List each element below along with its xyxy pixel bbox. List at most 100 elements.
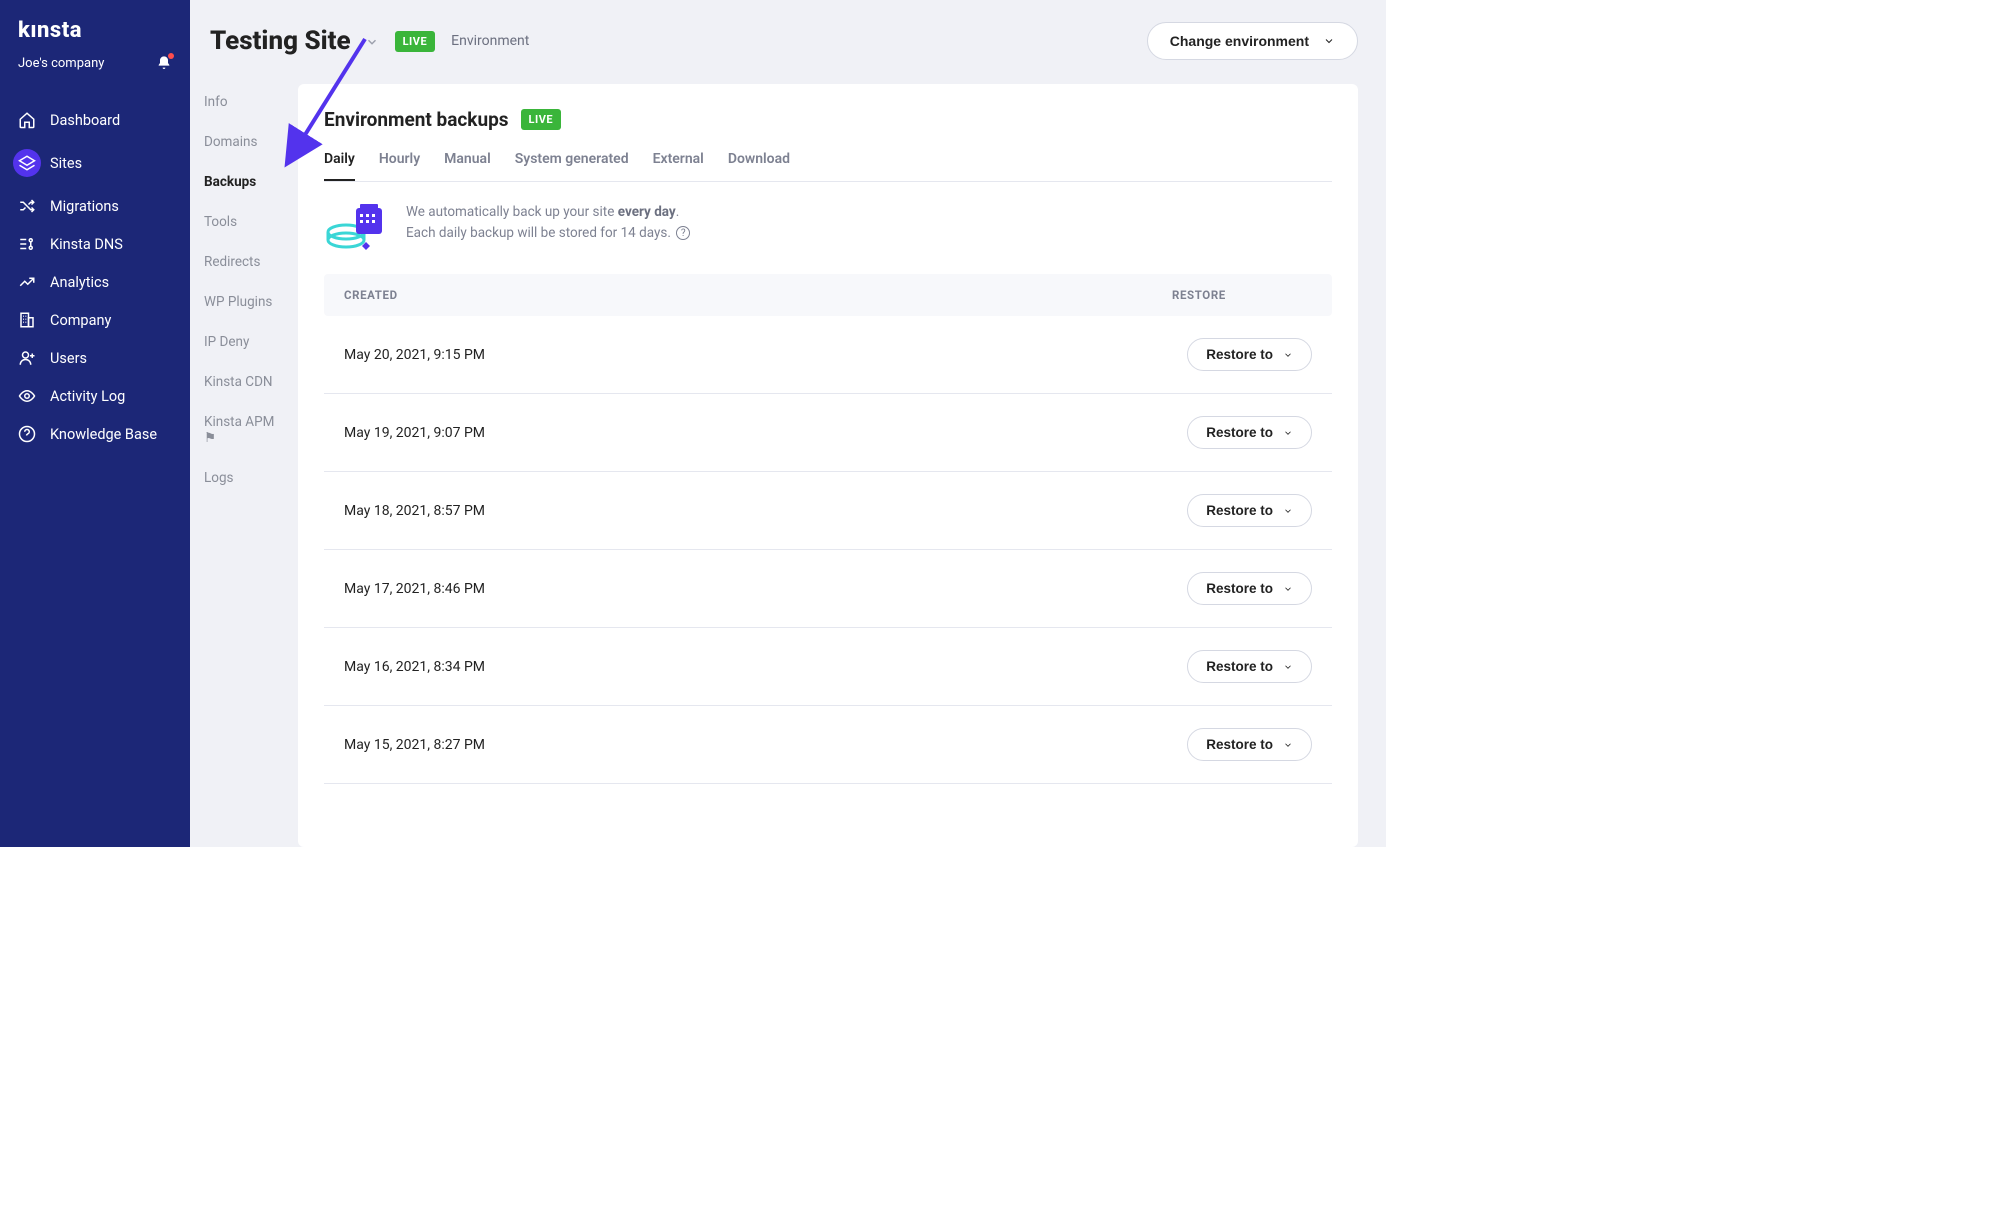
backup-row: May 20, 2021, 9:15 PM Restore to xyxy=(324,316,1332,394)
main-header: Testing Site LIVE Environment Change env… xyxy=(210,22,1358,60)
restore-to-label: Restore to xyxy=(1206,347,1273,362)
change-environment-button[interactable]: Change environment xyxy=(1147,22,1358,60)
subnav-item-kinsta-apm-[interactable]: Kinsta APM ⚑ xyxy=(190,402,298,458)
chevron-down-icon xyxy=(1283,350,1293,360)
restore-to-button[interactable]: Restore to xyxy=(1187,728,1312,761)
restore-to-button[interactable]: Restore to xyxy=(1187,338,1312,371)
sidebar-item-analytics[interactable]: Analytics xyxy=(0,263,190,301)
desc-text-2: Each daily backup will be stored for 14 … xyxy=(406,225,671,241)
sidebar-nav: Dashboard Sites Migrations Kinsta DNS Analyt… xyxy=(0,101,190,453)
site-title: Testing Site xyxy=(210,26,351,56)
subnav-list: InfoDomainsBackupsToolsRedirectsWP Plugi… xyxy=(190,82,298,498)
subnav-item-backups[interactable]: Backups xyxy=(190,162,298,202)
backup-tabs: Daily Hourly Manual System generated Externa… xyxy=(324,151,1332,182)
user-plus-icon xyxy=(18,349,36,367)
backup-illustration-icon xyxy=(324,202,388,252)
backup-date: May 17, 2021, 8:46 PM xyxy=(344,581,1187,597)
backup-description: We automatically back up your site every… xyxy=(324,182,1332,274)
desc-text-bold: every day xyxy=(618,204,676,220)
sidebar-item-label: Users xyxy=(50,350,87,367)
chevron-down-icon xyxy=(1283,584,1293,594)
tab-system-generated[interactable]: System generated xyxy=(515,151,629,181)
subnav-item-redirects[interactable]: Redirects xyxy=(190,242,298,282)
panel-live-badge: LIVE xyxy=(521,109,562,130)
restore-to-button[interactable]: Restore to xyxy=(1187,572,1312,605)
main-area: Testing Site LIVE Environment Change env… xyxy=(298,0,1386,847)
desc-text-1c: . xyxy=(676,204,680,220)
restore-to-label: Restore to xyxy=(1206,425,1273,440)
subnav-item-logs[interactable]: Logs xyxy=(190,458,298,498)
environment-label: Environment xyxy=(451,33,529,49)
notifications-bell-icon[interactable] xyxy=(156,55,172,71)
subnav-item-kinsta-cdn[interactable]: Kinsta CDN xyxy=(190,362,298,402)
layers-icon xyxy=(13,149,41,177)
building-icon xyxy=(18,311,36,329)
chevron-down-icon xyxy=(1283,740,1293,750)
sidebar-item-label: Sites xyxy=(50,155,82,172)
question-icon xyxy=(18,425,36,443)
restore-to-label: Restore to xyxy=(1206,737,1273,752)
tab-download[interactable]: Download xyxy=(728,151,790,181)
sidebar-item-label: Activity Log xyxy=(50,388,125,405)
backup-row: May 15, 2021, 8:27 PMRestore to xyxy=(324,706,1332,784)
site-switcher-chevron-icon[interactable] xyxy=(365,26,379,56)
sidebar-item-knowledge-base[interactable]: Knowledge Base xyxy=(0,415,190,453)
backup-rows: May 20, 2021, 9:15 PM Restore to May 19, 2… xyxy=(324,316,1332,784)
tab-manual[interactable]: Manual xyxy=(444,151,491,181)
col-created: CREATED xyxy=(344,288,1172,302)
sidebar-item-dashboard[interactable]: Dashboard xyxy=(0,101,190,139)
sidebar-item-activity-log[interactable]: Activity Log xyxy=(0,377,190,415)
backup-date: May 18, 2021, 8:57 PM xyxy=(344,503,1187,519)
restore-to-label: Restore to xyxy=(1206,503,1273,518)
eye-icon xyxy=(18,387,36,405)
restore-to-button[interactable]: Restore to xyxy=(1187,650,1312,683)
sidebar-item-company[interactable]: Company xyxy=(0,301,190,339)
shuffle-icon xyxy=(18,197,36,215)
subnav-item-info[interactable]: Info xyxy=(190,82,298,122)
sidebar: kınsta Joe's company Dashboard Sites Migra… xyxy=(0,0,190,847)
sidebar-item-kinsta-dns[interactable]: Kinsta DNS xyxy=(0,225,190,263)
restore-to-button[interactable]: Restore to xyxy=(1187,416,1312,449)
chevron-down-icon xyxy=(1283,506,1293,516)
restore-to-label: Restore to xyxy=(1206,581,1273,596)
company-name: Joe's company xyxy=(18,56,104,71)
panel-title: Environment backups LIVE xyxy=(324,108,1332,131)
restore-to-label: Restore to xyxy=(1206,659,1273,674)
tab-external[interactable]: External xyxy=(653,151,704,181)
help-icon[interactable]: ? xyxy=(676,226,690,240)
restore-to-button[interactable]: Restore to xyxy=(1187,494,1312,527)
sidebar-item-label: Migrations xyxy=(50,198,119,215)
sidebar-item-label: Kinsta DNS xyxy=(50,236,123,253)
subnav-item-ip-deny[interactable]: IP Deny xyxy=(190,322,298,362)
home-icon xyxy=(18,111,36,129)
col-restore: RESTORE xyxy=(1172,288,1312,302)
backup-row: May 18, 2021, 8:57 PM Restore to xyxy=(324,472,1332,550)
live-badge: LIVE xyxy=(395,31,436,52)
sidebar-item-label: Company xyxy=(50,312,111,329)
sidebar-item-label: Analytics xyxy=(50,274,109,291)
chevron-down-icon xyxy=(1283,428,1293,438)
table-header: CREATED RESTORE xyxy=(324,274,1332,316)
dns-icon xyxy=(18,235,36,253)
tab-daily[interactable]: Daily xyxy=(324,151,355,181)
notification-dot xyxy=(168,53,174,59)
backup-date: May 16, 2021, 8:34 PM xyxy=(344,659,1187,675)
subnav-item-wp-plugins[interactable]: WP Plugins xyxy=(190,282,298,322)
sidebar-item-users[interactable]: Users xyxy=(0,339,190,377)
backup-date: May 19, 2021, 9:07 PM xyxy=(344,425,1187,441)
subnav-item-domains[interactable]: Domains xyxy=(190,122,298,162)
brand-logo: kınsta xyxy=(0,18,190,55)
desc-text-1: We automatically back up your site xyxy=(406,204,618,220)
trend-icon xyxy=(18,273,36,291)
sidebar-item-label: Knowledge Base xyxy=(50,426,157,443)
sidebar-item-sites[interactable]: Sites xyxy=(0,139,190,187)
sidebar-item-migrations[interactable]: Migrations xyxy=(0,187,190,225)
backup-date: May 20, 2021, 9:15 PM xyxy=(344,347,1187,363)
backup-row: May 16, 2021, 8:34 PM Restore to xyxy=(324,628,1332,706)
sidebar-item-label: Dashboard xyxy=(50,112,120,129)
backups-panel: Environment backups LIVE Daily Hourly Manu… xyxy=(298,84,1358,847)
tab-hourly[interactable]: Hourly xyxy=(379,151,420,181)
chevron-down-icon xyxy=(1283,662,1293,672)
subnav-item-tools[interactable]: Tools xyxy=(190,202,298,242)
site-subnav: InfoDomainsBackupsToolsRedirectsWP Plugi… xyxy=(190,0,298,847)
